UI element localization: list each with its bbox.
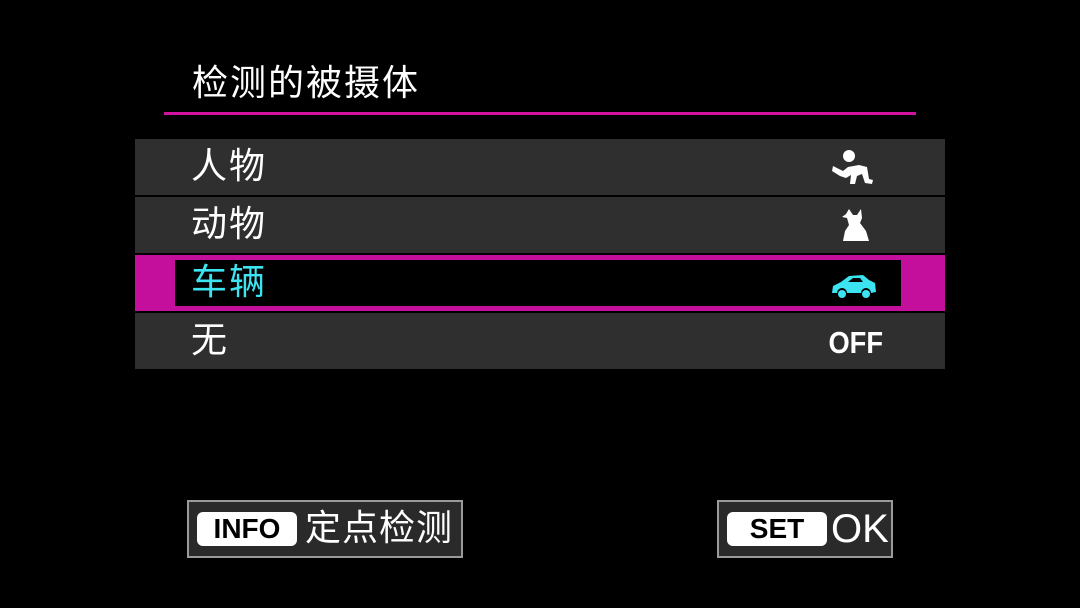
title-divider [164, 112, 916, 115]
vehicle-icon [829, 265, 879, 303]
menu-item-label: 人物 [191, 146, 268, 187]
menu-item-label: 动物 [191, 204, 268, 245]
person-icon [829, 149, 879, 187]
ok-label: OK [831, 507, 889, 551]
info-button[interactable]: INFO 定点检测 [187, 500, 463, 558]
animal-icon [829, 207, 879, 245]
menu-item-label: 车辆 [191, 262, 268, 303]
off-value: OFF [828, 325, 883, 360]
menu-item-label: 无 [191, 320, 230, 361]
menu-item-vehicles[interactable]: 车辆 [135, 255, 945, 311]
menu-item-people[interactable]: 人物 [135, 139, 945, 195]
menu-item-animals[interactable]: 动物 [135, 197, 945, 253]
selection-highlight [175, 260, 901, 306]
menu-item-none[interactable]: 无 OFF [135, 313, 945, 369]
info-button-label: 定点检测 [305, 508, 454, 549]
page-title: 检测的被摄体 [192, 63, 421, 104]
set-key-label: SET [727, 512, 827, 546]
set-ok-button[interactable]: SET OK [717, 500, 893, 558]
subject-menu: 人物 动物 车辆 无 OFF [135, 139, 945, 371]
info-key-label: INFO [197, 512, 297, 546]
